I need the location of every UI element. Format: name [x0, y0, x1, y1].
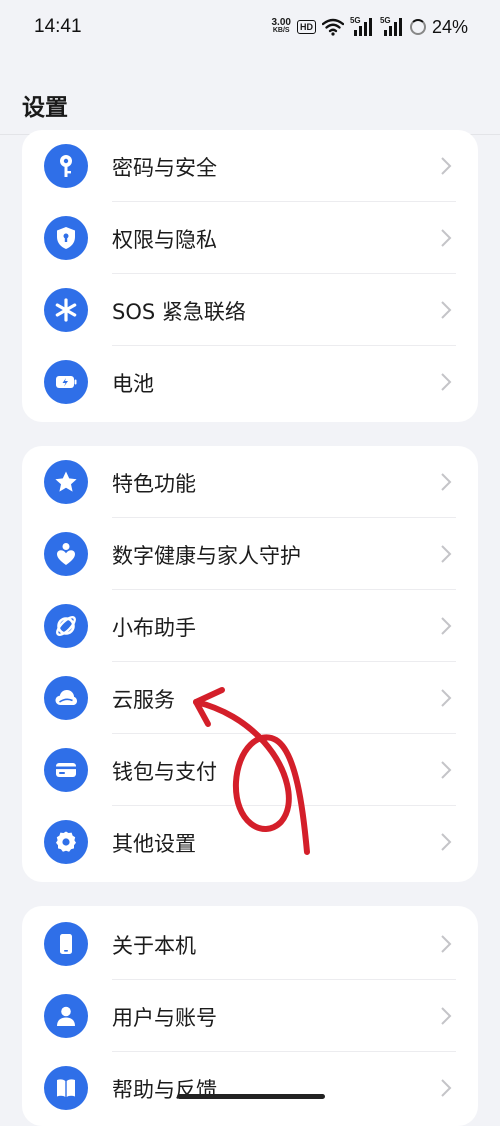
key-icon: [44, 144, 88, 188]
settings-item-label: 电池: [112, 372, 154, 396]
settings-group-1: 密码与安全 权限与隐私 SOS 紧急联络 电池: [22, 130, 478, 422]
chevron-right-icon: [441, 617, 452, 635]
wifi-icon: [321, 18, 344, 36]
settings-item-label: 特色功能: [112, 472, 196, 496]
status-icons: 3.00 KB/S HD 5G 5G 24%: [272, 15, 469, 39]
settings-item-digital-wellbeing[interactable]: 数字健康与家人守护: [22, 518, 478, 590]
chevron-right-icon: [441, 157, 452, 175]
network-speed: 3.00 KB/S: [271, 17, 291, 35]
chevron-right-icon: [441, 1079, 452, 1097]
cell-signal-icon-2: 5G: [379, 16, 404, 36]
chevron-right-icon: [441, 373, 452, 391]
cloud-icon: [44, 676, 88, 720]
battery-icon: [44, 360, 88, 404]
gear-icon: [44, 820, 88, 864]
hd-voice-icon: HD: [296, 20, 316, 34]
settings-group-3: 关于本机 用户与账号 帮助与反馈: [22, 906, 478, 1126]
wallet-icon: [44, 748, 88, 792]
chevron-right-icon: [441, 833, 452, 851]
settings-item-label: 关于本机: [112, 934, 196, 958]
settings-item-label: SOS 紧急联络: [112, 300, 246, 324]
settings-item-password-security[interactable]: 密码与安全: [22, 130, 478, 202]
asterisk-icon: [44, 288, 88, 332]
chevron-right-icon: [441, 689, 452, 707]
settings-item-label: 数字健康与家人守护: [112, 544, 301, 568]
network-speed-unit: KB/S: [272, 27, 290, 34]
network-speed-value: 3.00: [271, 17, 291, 28]
settings-item-label: 云服务: [112, 688, 175, 712]
phone-icon: [44, 922, 88, 966]
header: 设置: [0, 56, 500, 135]
settings-item-label: 帮助与反馈: [112, 1078, 217, 1102]
settings-item-label: 用户与账号: [112, 1006, 217, 1030]
heart-person-icon: [44, 532, 88, 576]
chevron-right-icon: [441, 473, 452, 491]
battery-icon: [409, 19, 426, 35]
settings-item-help-feedback[interactable]: 帮助与反馈: [22, 1052, 478, 1124]
chevron-right-icon: [441, 1007, 452, 1025]
user-icon: [44, 994, 88, 1038]
settings-item-about-phone[interactable]: 关于本机: [22, 908, 478, 980]
settings-item-users-accounts[interactable]: 用户与账号: [22, 980, 478, 1052]
help-book-icon: [44, 1066, 88, 1110]
settings-group-2: 特色功能 数字健康与家人守护 小布助手 云服务 钱包与支付 其他设置: [22, 446, 478, 882]
status-bar: 14:41 3.00 KB/S HD 5G 5G 24%: [0, 0, 500, 56]
chevron-right-icon: [441, 229, 452, 247]
status-time: 14:41: [34, 16, 82, 37]
chevron-right-icon: [441, 545, 452, 563]
star-icon: [44, 460, 88, 504]
page-title: 设置: [22, 95, 68, 121]
settings-item-features[interactable]: 特色功能: [22, 446, 478, 518]
assistant-icon: [44, 604, 88, 648]
settings-item-label: 钱包与支付: [112, 760, 217, 784]
chevron-right-icon: [441, 301, 452, 319]
settings-item-permissions-privacy[interactable]: 权限与隐私: [22, 202, 478, 274]
settings-item-label: 其他设置: [112, 832, 196, 856]
settings-item-sos[interactable]: SOS 紧急联络: [22, 274, 478, 346]
settings-item-wallet-payment[interactable]: 钱包与支付: [22, 734, 478, 806]
shield-icon: [44, 216, 88, 260]
battery-percent: 24%: [431, 16, 468, 37]
settings-item-label: 密码与安全: [112, 156, 217, 180]
settings-item-label: 权限与隐私: [112, 228, 217, 252]
signal2-label: 5G: [379, 16, 391, 25]
settings-item-cloud-service[interactable]: 云服务: [22, 662, 478, 734]
cell-signal-icon-1: 5G: [349, 16, 374, 36]
chevron-right-icon: [441, 935, 452, 953]
settings-item-battery[interactable]: 电池: [22, 346, 478, 418]
chevron-right-icon: [441, 761, 452, 779]
settings-item-label: 小布助手: [112, 616, 196, 640]
signal1-label: 5G: [349, 16, 361, 25]
home-indicator[interactable]: [177, 1094, 325, 1099]
settings-item-other-settings[interactable]: 其他设置: [22, 806, 478, 878]
settings-item-breeno-assistant[interactable]: 小布助手: [22, 590, 478, 662]
